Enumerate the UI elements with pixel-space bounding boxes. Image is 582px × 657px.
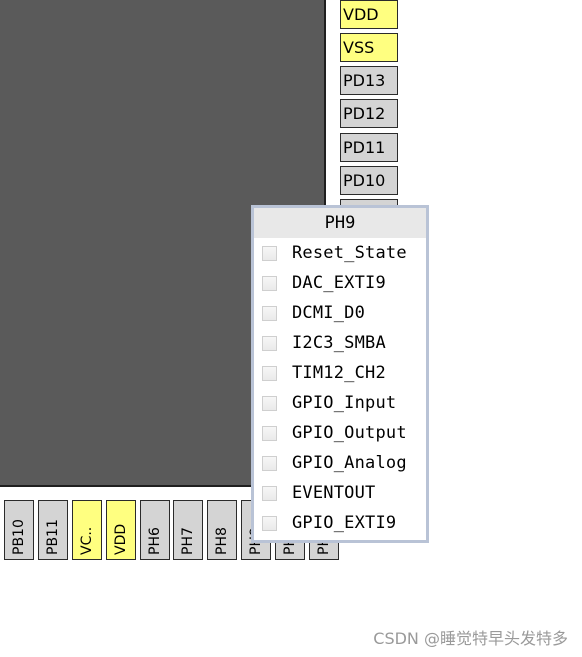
pin-label: PH7 <box>180 527 196 555</box>
watermark: CSDN @睡觉特早头发特多 <box>373 629 568 648</box>
function-label: DCMI_D0 <box>292 303 366 323</box>
pin-pd13[interactable]: PD13 <box>340 66 398 95</box>
function-item-gpio-analog[interactable]: GPIO_Analog <box>254 448 426 478</box>
function-item-dac-exti9[interactable]: DAC_EXTI9 <box>254 268 426 298</box>
pin-vss-right[interactable]: VSS <box>340 33 398 62</box>
checkbox-icon[interactable] <box>262 305 277 321</box>
function-label: Reset_State <box>292 243 407 263</box>
right-pin-column: VDD VSS PD13 PD12 PD11 PD10 <box>340 0 400 230</box>
checkbox-icon[interactable] <box>262 515 277 531</box>
pinout-view: VDD VSS PD13 PD12 PD11 PD10 PB10 PB11 VC… <box>0 0 582 657</box>
pin-vdd-bottom[interactable]: VDD <box>106 500 136 560</box>
function-label: GPIO_Output <box>292 423 407 443</box>
pin-label: PB11 <box>45 519 61 555</box>
function-label: GPIO_Analog <box>292 453 407 473</box>
function-item-eventout[interactable]: EVENTOUT <box>254 478 426 508</box>
checkbox-icon[interactable] <box>262 455 277 471</box>
function-label: TIM12_CH2 <box>292 363 386 383</box>
function-label: GPIO_EXTI9 <box>292 513 397 533</box>
checkbox-icon[interactable] <box>262 245 277 261</box>
pin-label: PB10 <box>11 519 27 555</box>
function-item-i2c3-smba[interactable]: I2C3_SMBA <box>254 328 426 358</box>
pin-pd11[interactable]: PD11 <box>340 133 398 162</box>
function-item-reset-state[interactable]: Reset_State <box>254 238 426 268</box>
pin-pb11[interactable]: PB11 <box>38 500 68 560</box>
function-item-dcmi-d0[interactable]: DCMI_D0 <box>254 298 426 328</box>
function-label: DAC_EXTI9 <box>292 273 386 293</box>
pin-ph7[interactable]: PH7 <box>173 500 203 560</box>
function-item-gpio-exti9[interactable]: GPIO_EXTI9 <box>254 508 426 538</box>
checkbox-icon[interactable] <box>262 395 277 411</box>
popup-title: PH9 <box>254 208 426 238</box>
function-label: I2C3_SMBA <box>292 333 386 353</box>
pin-pd10[interactable]: PD10 <box>340 166 398 195</box>
checkbox-icon[interactable] <box>262 425 277 441</box>
pin-pd12[interactable]: PD12 <box>340 99 398 128</box>
pin-label: VDD <box>113 523 129 555</box>
pin-ph8[interactable]: PH8 <box>207 500 237 560</box>
checkbox-icon[interactable] <box>262 365 277 381</box>
function-item-gpio-input[interactable]: GPIO_Input <box>254 388 426 418</box>
function-item-tim12-ch2[interactable]: TIM12_CH2 <box>254 358 426 388</box>
pin-label: PH8 <box>214 527 230 555</box>
checkbox-icon[interactable] <box>262 275 277 291</box>
pin-vcap[interactable]: VC.. <box>72 500 102 560</box>
pin-label: PH6 <box>147 527 163 555</box>
checkbox-icon[interactable] <box>262 335 277 351</box>
function-list: Reset_State DAC_EXTI9 DCMI_D0 I2C3_SMBA … <box>254 238 426 538</box>
pin-function-popup: PH9 Reset_State DAC_EXTI9 DCMI_D0 I2C3_S… <box>251 205 429 543</box>
pin-ph6[interactable]: PH6 <box>140 500 170 560</box>
function-label: EVENTOUT <box>292 483 376 503</box>
pin-pb10[interactable]: PB10 <box>4 500 34 560</box>
function-item-gpio-output[interactable]: GPIO_Output <box>254 418 426 448</box>
function-label: GPIO_Input <box>292 393 397 413</box>
pin-vdd-right[interactable]: VDD <box>340 0 398 29</box>
pin-label: VC.. <box>79 526 95 555</box>
checkbox-icon[interactable] <box>262 485 277 501</box>
